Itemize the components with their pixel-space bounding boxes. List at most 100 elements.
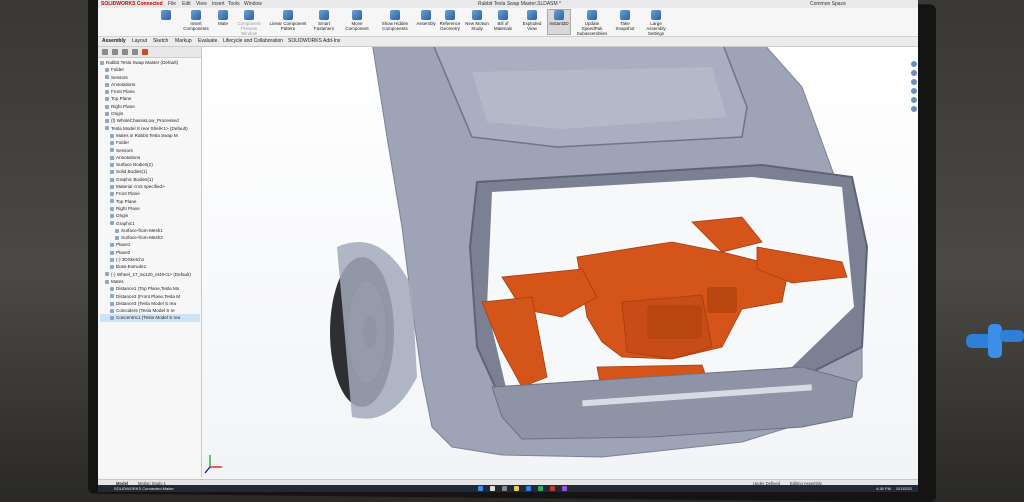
take-snapshot-button[interactable]: Take Snapshot [614, 10, 636, 34]
menu-file[interactable]: File [168, 1, 176, 7]
menu-edit[interactable]: Edit [182, 1, 191, 7]
tree-node[interactable]: Distance3 (Tesla Model S rea [100, 300, 200, 307]
appearances-icon[interactable] [911, 97, 917, 103]
tab-layout[interactable]: Layout [132, 38, 147, 44]
start-icon[interactable] [478, 486, 483, 491]
tree-node[interactable]: Solid Bodies(1) [100, 168, 200, 175]
tree-node-label: Distance3 (Tesla Model S rea [116, 300, 177, 306]
menu-window[interactable]: Window [244, 1, 262, 7]
tab-assembly[interactable]: Assembly [102, 38, 126, 44]
tree-node-icon [105, 111, 109, 116]
reference-geometry-button[interactable]: Reference Geometry [438, 10, 462, 34]
tree-node-label: Coincident (Tesla Model S re [116, 308, 175, 314]
tree-node[interactable]: Folder [100, 66, 200, 73]
display-manager-icon[interactable] [142, 49, 148, 55]
edge-icon[interactable] [526, 486, 531, 491]
instant3d-button[interactable]: Instant3D [547, 9, 571, 35]
file-explorer-taskbar-icon[interactable] [514, 486, 519, 491]
task-view-icon[interactable] [502, 486, 507, 491]
large-assembly-icon [651, 10, 661, 20]
tree-node[interactable]: Origin [100, 110, 200, 117]
graphics-viewport[interactable] [202, 47, 918, 479]
tree-node-icon [105, 126, 109, 131]
property-manager-icon[interactable] [112, 49, 118, 55]
file-explorer-icon[interactable] [911, 79, 917, 85]
menu-insert[interactable]: Insert [212, 1, 225, 7]
custom-properties-icon[interactable] [911, 106, 917, 112]
tree-node[interactable]: Coincident (Tesla Model S re [100, 307, 200, 314]
tab-evaluate[interactable]: Evaluate [198, 38, 217, 44]
tab-lifecycle[interactable]: Lifecycle and Collaboration [223, 38, 283, 44]
tab-markup[interactable]: Markup [175, 38, 192, 44]
title-bar: SOLIDWORKS Connected File Edit View Inse… [98, 0, 918, 8]
tree-node[interactable]: Top Plane [100, 95, 200, 102]
search-icon[interactable] [490, 486, 495, 491]
tree-node[interactable]: (f) WholeChassisLow_Processed [100, 117, 200, 124]
tree-node[interactable]: Plane1 [100, 241, 200, 248]
tree-node[interactable]: Mates in Rabbit Tesla Swap M [100, 132, 200, 139]
ribbon-edit-component[interactable] [153, 10, 179, 34]
feature-tree-icon[interactable] [102, 49, 108, 55]
tree-node[interactable]: Surface-from-Mesh1 [100, 227, 200, 234]
menu-view[interactable]: View [196, 1, 207, 7]
tree-node[interactable]: Material <not specified> [100, 183, 200, 190]
tree-node[interactable]: Surface-from-Mesh2 [100, 234, 200, 241]
assembly-features-button[interactable]: Assembly [416, 10, 436, 34]
tree-node[interactable]: Boss-Extrude1 [100, 263, 200, 270]
solidworks-taskbar-icon[interactable] [550, 486, 555, 491]
tree-node[interactable]: (-) Wheel_17_5x120_et40<1> (Default) [100, 271, 200, 278]
bill-of-materials-button[interactable]: Bill of Materials [492, 10, 514, 34]
tree-node[interactable]: Sensors [100, 147, 200, 154]
show-hidden-button[interactable]: Show Hidden Components [380, 10, 410, 34]
tree-node[interactable]: Surface Bodies(2) [100, 161, 200, 168]
tree-node[interactable]: Front Plane [100, 190, 200, 197]
design-library-icon[interactable] [911, 70, 917, 76]
config-manager-icon[interactable] [122, 49, 128, 55]
dim-expert-icon[interactable] [132, 49, 138, 55]
smart-fasteners-button[interactable]: Smart Fasteners [312, 10, 336, 34]
tree-node-icon [105, 97, 109, 102]
excel-icon[interactable] [538, 486, 543, 491]
move-component-label: Move Component [345, 21, 369, 31]
tree-node[interactable]: Distance2 (Front Plane,Tesla M [100, 293, 200, 300]
menu-tools[interactable]: Tools [228, 1, 240, 7]
tree-node[interactable]: Concentric1 (Tesla Model S rea [100, 314, 200, 322]
tree-node[interactable]: Folder [100, 139, 200, 146]
tree-node[interactable]: Right Plane [100, 205, 200, 212]
blue-object-on-desk [966, 324, 1024, 358]
tree-node-icon [110, 155, 114, 160]
tree-node[interactable]: Right Plane [100, 103, 200, 110]
tree-node[interactable]: Annotations [100, 154, 200, 161]
tree-node[interactable]: Annotations [100, 81, 200, 88]
exploded-view-button[interactable]: Exploded View [518, 10, 546, 34]
resources-icon[interactable] [911, 61, 917, 67]
tree-node[interactable]: Origin [100, 212, 200, 219]
tree-node[interactable]: Plane2 [100, 249, 200, 256]
tab-addins[interactable]: SOLIDWORKS Add-Ins [288, 38, 340, 44]
tree-node[interactable]: Sensors [100, 74, 200, 81]
user-space[interactable]: Common Space [810, 1, 846, 7]
tree-node[interactable]: Distance1 (Top Plane,Tesla Mo [100, 285, 200, 292]
tree-node[interactable]: Top Plane [100, 198, 200, 205]
tree-node[interactable]: Rabbit Tesla Swap Master (Default) [100, 59, 200, 66]
move-component-button[interactable]: Move Component [340, 10, 374, 34]
tree-node[interactable]: Tesla Model S rear Shell<1> (Default) [100, 125, 200, 132]
tree-node[interactable]: Graphic1 [100, 220, 200, 227]
component-preview-button[interactable]: Component Preview Window [234, 10, 264, 36]
tree-node[interactable]: (-) 3DSketch1 [100, 256, 200, 263]
insert-components-button[interactable]: Insert Components [180, 10, 212, 34]
large-assembly-settings-button[interactable]: Large Assembly Settings [640, 10, 672, 36]
view-palette-icon[interactable] [911, 88, 917, 94]
linear-pattern-button[interactable]: Linear Component Pattern [268, 10, 308, 34]
tree-node[interactable]: Graphic Bodies(1) [100, 176, 200, 183]
tree-node[interactable]: Front Plane [100, 88, 200, 95]
new-motion-study-button[interactable]: New Motion Study [464, 10, 490, 34]
update-speedpak-button[interactable]: Update SpeedPak Subassemblies [574, 10, 610, 36]
tree-node[interactable]: Mates [100, 278, 200, 285]
tab-sketch[interactable]: Sketch [153, 38, 168, 44]
insert-components-icon [191, 10, 201, 20]
tree-node-icon [105, 89, 109, 94]
component-preview-label: Component Preview Window [237, 21, 261, 36]
teams-icon[interactable] [562, 486, 567, 491]
mate-button[interactable]: Mate [214, 10, 232, 34]
